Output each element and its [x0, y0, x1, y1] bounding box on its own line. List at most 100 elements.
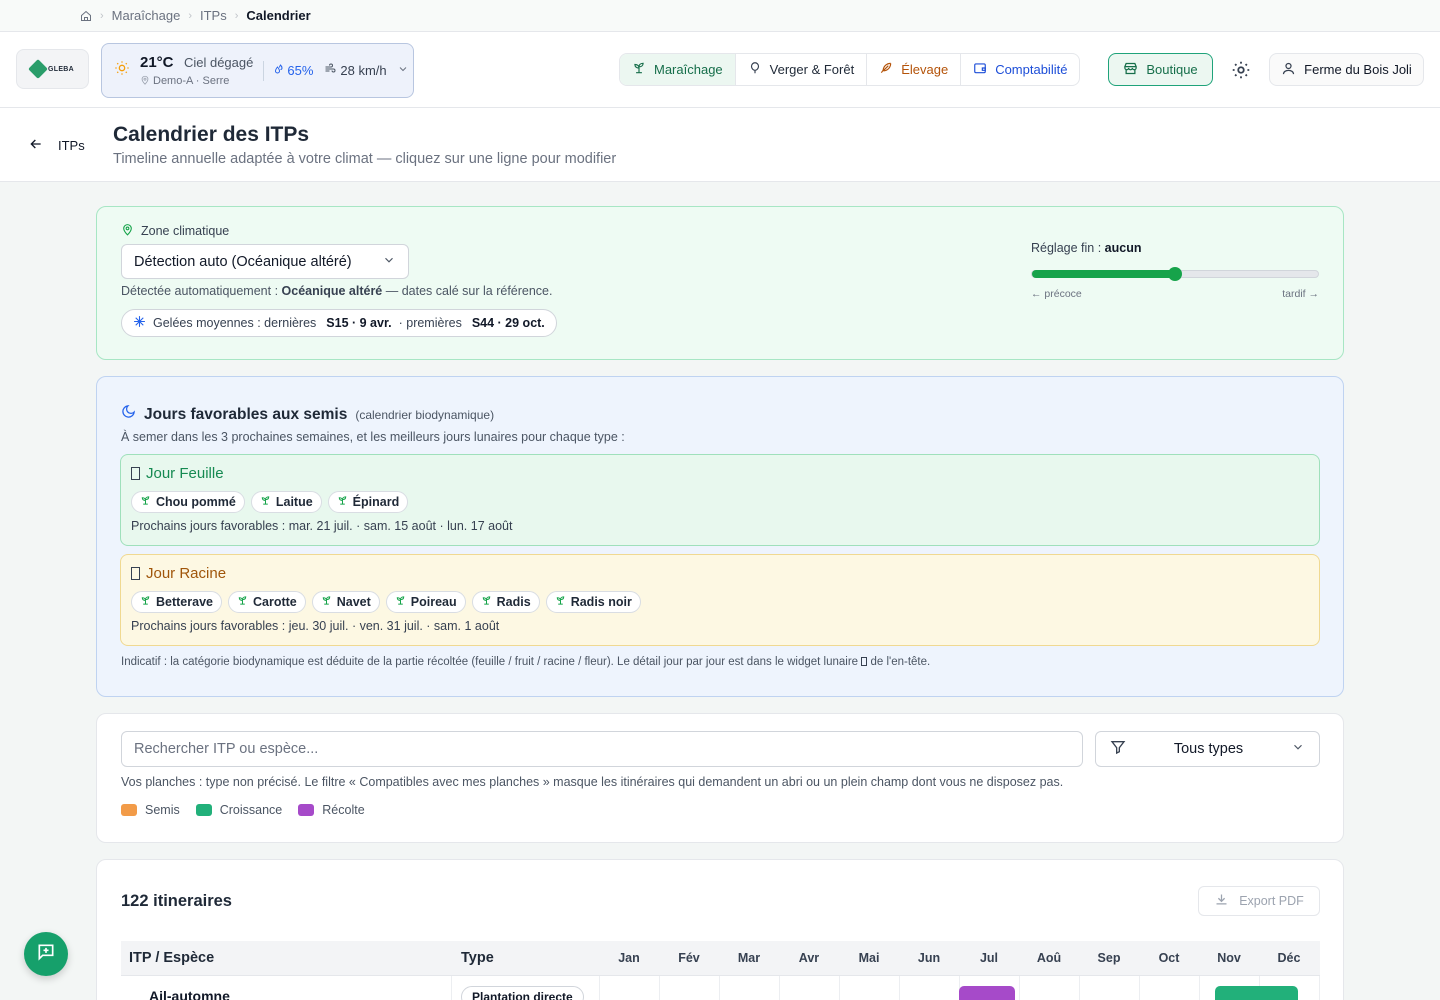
weather-main: 21°C Ciel dégagé Demo-A · Serre	[140, 54, 253, 88]
row-name: Ail-automne	[149, 988, 230, 1000]
planches-hint: Vos planches : type non précisé. Le filt…	[121, 775, 1064, 789]
shop-label: Boutique	[1146, 62, 1198, 77]
month-gridline	[719, 976, 720, 1000]
breadcrumb-link-maraichage[interactable]: Maraîchage	[112, 8, 181, 23]
month-header: Nov	[1217, 951, 1241, 965]
humidity-value: 65%	[287, 63, 314, 78]
weather-widget[interactable]: 21°C Ciel dégagé Demo-A · Serre 65% 28 k…	[101, 43, 414, 98]
month-gridline	[1079, 976, 1080, 1000]
breadcrumb-current: Calendrier	[246, 8, 311, 23]
month-gridline	[1199, 976, 1200, 1000]
slider-ends: ← précoce tardif →	[1031, 288, 1319, 300]
missing-glyph-icon	[131, 467, 140, 480]
month-header: Jun	[917, 951, 941, 965]
tab-elevage[interactable]: Élevage	[867, 54, 962, 85]
crop-chip[interactable]: Épinard	[327, 491, 409, 513]
crop-chip[interactable]: Radis noir	[545, 591, 641, 613]
crop-chip[interactable]: Radis	[471, 591, 540, 613]
slider-thumb[interactable]	[1168, 267, 1182, 281]
root-crop-chips: Betterave Carotte Navet Poireau Radis Radis n…	[131, 591, 641, 613]
growth-bar[interactable]	[1215, 986, 1298, 1000]
month-gridline	[1019, 976, 1020, 1000]
type-filter-select[interactable]: Tous types	[1095, 731, 1320, 767]
frost-prefix: Gelées moyennes : dernières	[153, 316, 317, 330]
lunar-sowing-card: Jours favorables aux semis (calendrier b…	[96, 376, 1344, 697]
slider-early-label: ← précoce	[1031, 288, 1082, 300]
arrow-left-icon	[28, 136, 44, 155]
month-header: Mai	[858, 951, 880, 965]
crop-chip-label: Laitue	[275, 495, 313, 509]
month-header: Déc	[1277, 951, 1301, 965]
map-pin-icon	[140, 75, 150, 88]
sprout-icon	[260, 495, 271, 509]
breadcrumb-link-itps[interactable]: ITPs	[200, 8, 227, 23]
fine-tuning-label: Réglage fin : aucun	[1031, 241, 1319, 255]
farm-account-button[interactable]: Ferme du Bois Joli	[1269, 53, 1424, 86]
lunar-title: Jours favorables aux semis	[144, 406, 348, 423]
legend-swatch	[121, 804, 137, 816]
harvest-bar[interactable]	[959, 986, 1015, 1000]
farm-name: Ferme du Bois Joli	[1304, 62, 1412, 77]
crop-chip-label: Navet	[336, 595, 371, 609]
sprout-icon	[140, 495, 151, 509]
month-gridline	[1319, 976, 1320, 1000]
crop-chip-label: Radis	[496, 595, 531, 609]
month-header: Mar	[737, 951, 761, 965]
store-icon	[1123, 61, 1138, 79]
col-type-header: Type	[461, 950, 494, 966]
home-icon[interactable]	[80, 10, 92, 22]
chevron-down-icon[interactable]	[397, 62, 409, 80]
root-day-title-text: Jour Racine	[146, 565, 227, 582]
legend-label: Récolte	[322, 803, 365, 817]
leaf-day-box: Jour Feuille Chou pommé Laitue Épinard Pro…	[120, 454, 1320, 546]
next-prefix: Prochains jours favorables :	[131, 519, 289, 533]
chat-button[interactable]	[24, 932, 68, 976]
crop-chip[interactable]: Betterave	[131, 591, 222, 613]
type-filter-value: Tous types	[1173, 741, 1244, 757]
tab-maraichage[interactable]: Maraîchage	[620, 54, 736, 85]
chevron-right-icon: ›	[100, 9, 104, 22]
tab-label: Comptabilité	[995, 62, 1068, 77]
back-link[interactable]: ITPs	[28, 136, 85, 155]
root-next-days: Prochains jours favorables : jeu. 30 jui…	[131, 619, 499, 633]
sprout-icon	[140, 595, 151, 609]
humidity: 65%	[272, 63, 313, 78]
note-end: de l'en-tête.	[870, 656, 931, 668]
crop-chip[interactable]: Poireau	[385, 591, 466, 613]
climate-zone-select[interactable]: Détection auto (Océanique altéré)	[121, 244, 409, 279]
sprout-icon	[321, 595, 332, 609]
month-header: Oct	[1158, 951, 1180, 965]
sprout-icon	[555, 595, 566, 609]
weather-location-text: Demo-A · Serre	[153, 75, 230, 87]
app-logo[interactable]: GLEBA	[16, 49, 89, 89]
tab-verger-foret[interactable]: Verger & Forêt	[736, 54, 868, 85]
wind-icon	[323, 63, 337, 78]
search-input[interactable]	[121, 731, 1083, 767]
month-gridline	[899, 976, 900, 1000]
next-prefix: Prochains jours favorables :	[131, 619, 289, 633]
frost-first: S44 · 29 oct.	[471, 316, 545, 330]
settings-gear-icon[interactable]	[1230, 59, 1252, 81]
table-row[interactable]: Ail-automne Plantation directe	[121, 976, 1320, 1000]
month-header: Avr	[798, 951, 820, 965]
detected-prefix: Détectée automatiquement :	[121, 284, 282, 298]
shop-button[interactable]: Boutique	[1108, 53, 1213, 86]
tab-comptabilite[interactable]: Comptabilité	[961, 54, 1079, 85]
crop-chip[interactable]: Laitue	[250, 491, 322, 513]
next-dates: jeu. 30 juil. · ven. 31 juil. · sam. 1 a…	[288, 619, 500, 633]
crop-chip[interactable]: Navet	[311, 591, 380, 613]
crop-chip-label: Betterave	[156, 595, 213, 609]
month-header: Sep	[1097, 951, 1121, 965]
month-gridline	[839, 976, 840, 1000]
phase-legend: Semis Croissance Récolte	[121, 803, 365, 817]
leaf-day-title: Jour Feuille	[131, 465, 224, 482]
crop-chip[interactable]: Carotte	[227, 591, 306, 613]
export-pdf-button[interactable]: Export PDF	[1198, 886, 1320, 916]
tab-label: Maraîchage	[654, 62, 723, 77]
column-divider	[451, 976, 452, 1000]
crop-chip[interactable]: Chou pommé	[131, 491, 245, 513]
crop-chip-label: Radis noir	[570, 595, 632, 609]
missing-glyph-icon	[861, 657, 868, 666]
map-pin-icon	[121, 223, 134, 239]
slider-track[interactable]	[1031, 267, 1319, 281]
